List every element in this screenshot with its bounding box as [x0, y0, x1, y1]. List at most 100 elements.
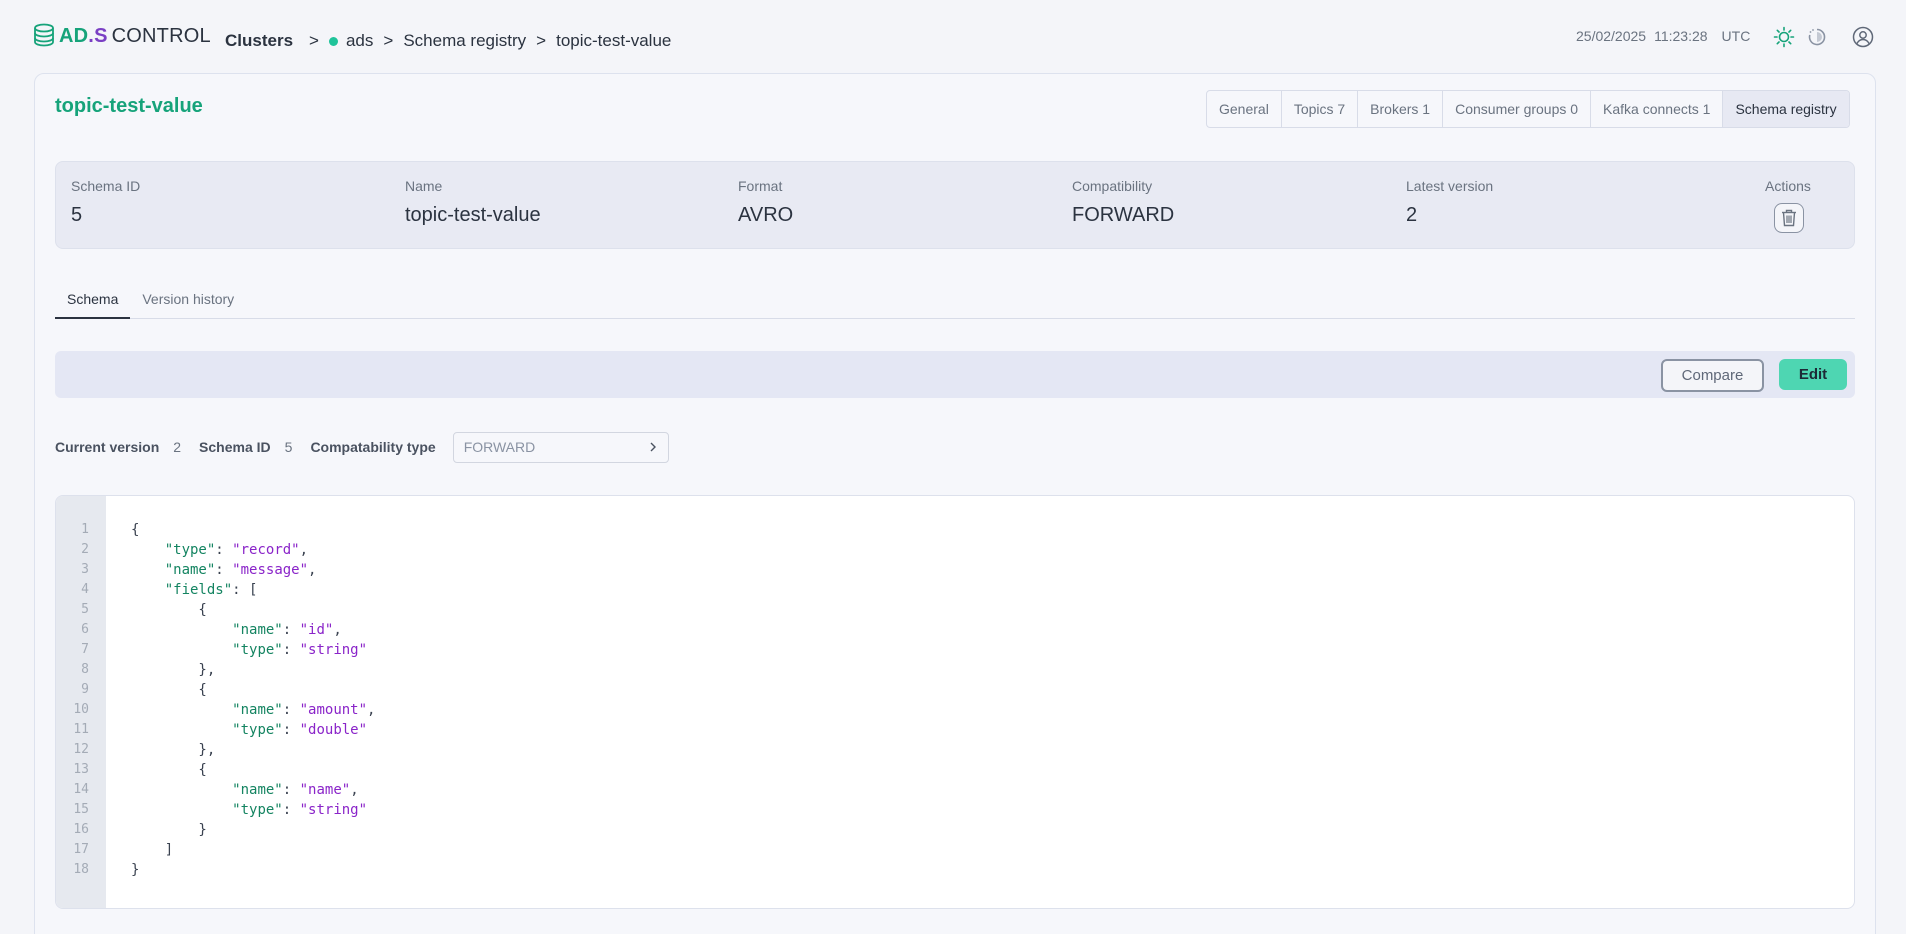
delete-schema-button[interactable] — [1774, 203, 1804, 233]
summary-value: 2 — [1406, 204, 1418, 226]
line-number: 1 — [81, 522, 89, 537]
code-text: }, — [131, 662, 216, 678]
code-line: 8 }, — [56, 660, 375, 680]
summary-actions: Actions — [1765, 178, 1811, 194]
code-text: "type": "string" — [232, 642, 368, 658]
line-number: 11 — [73, 722, 89, 737]
schema-summary: Schema ID 5 Name topic-test-value Format… — [55, 161, 1855, 249]
page-title: topic-test-value — [55, 95, 203, 117]
code-line: 6 "name": "id", — [56, 620, 375, 640]
summary-value: FORWARD — [1072, 204, 1175, 226]
code-text: "name": "name", — [232, 782, 359, 798]
breadcrumb-section[interactable]: Schema registry — [403, 31, 526, 51]
schema-id-value: 5 — [284, 439, 293, 455]
code-line: 5 { — [56, 600, 375, 620]
code-line: 16 } — [56, 820, 375, 840]
code-text: "name": "message", — [164, 562, 317, 578]
summary-schema-id: Schema ID 5 — [71, 178, 140, 227]
tab-schema[interactable]: Schema — [55, 286, 131, 319]
code-text: }, — [131, 742, 216, 758]
summary-value: AVRO — [738, 204, 794, 226]
code-text: "name": "amount", — [232, 702, 376, 718]
code-text: "fields": [ — [164, 582, 258, 598]
version-info-row: Current version 2 Schema ID 5 Compatabil… — [55, 431, 669, 463]
edit-button[interactable]: Edit — [1779, 359, 1847, 390]
header-time: 11:23:28 — [1654, 28, 1708, 44]
code-line: 15 "type": "string" — [56, 800, 375, 820]
code-text: "type": "string" — [232, 802, 368, 818]
tab-kafka-connects[interactable]: Kafka connects 1 — [1591, 91, 1724, 127]
code-text: { — [131, 762, 207, 778]
code-line: 12 }, — [56, 740, 375, 760]
code-area: 1{2 "type": "record", 3 "name": "message"… — [56, 520, 375, 880]
summary-label: Format — [738, 178, 783, 194]
summary-label: Latest version — [1406, 178, 1494, 194]
cluster-tabs: General Topics 7 Brokers 1 Consumer grou… — [1206, 90, 1850, 128]
compatibility-type-value: FORWARD — [463, 439, 536, 455]
line-number: 5 — [81, 602, 89, 617]
code-text: } — [131, 822, 207, 838]
current-version-label: Current version — [55, 439, 160, 455]
code-line: 1{ — [56, 520, 375, 540]
code-line: 4 "fields": [ — [56, 580, 375, 600]
schema-id-label: Schema ID — [199, 439, 271, 455]
breadcrumb: Clusters > ads > Schema registry > topic… — [225, 31, 671, 51]
chevron-right-icon — [650, 442, 656, 452]
user-account-icon[interactable] — [1852, 26, 1874, 48]
code-text: "type": "record", — [164, 542, 309, 558]
summary-label: Name — [405, 178, 443, 194]
code-text: { — [131, 682, 207, 698]
line-number: 15 — [73, 802, 89, 817]
tab-topics[interactable]: Topics 7 — [1282, 91, 1359, 127]
line-number: 10 — [73, 702, 89, 717]
breadcrumb-separator: > — [536, 31, 547, 50]
app-logo[interactable]: AD.S CONTROL — [33, 22, 211, 50]
line-number: 18 — [73, 862, 89, 877]
summary-label: Compatibility — [1072, 178, 1153, 194]
code-line: 7 "type": "string" — [56, 640, 375, 660]
summary-compatibility: Compatibility FORWARD — [1072, 178, 1174, 227]
code-text: { — [131, 522, 140, 538]
breadcrumb-current: topic-test-value — [556, 31, 672, 50]
breadcrumb-clusters[interactable]: Clusters — [225, 31, 293, 51]
tab-consumer-groups[interactable]: Consumer groups 0 — [1443, 91, 1592, 127]
line-number: 14 — [73, 782, 89, 797]
top-header: AD.S CONTROL Clusters > ads > Schema regi… — [0, 0, 1906, 74]
line-number: 3 — [81, 562, 89, 577]
code-line: 14 "name": "name", — [56, 780, 375, 800]
compatibility-type-label: Compatability type — [310, 439, 436, 455]
summary-value: 5 — [71, 204, 83, 226]
tab-version-history[interactable]: Version history — [130, 286, 246, 319]
code-text: "type": "double" — [232, 722, 368, 738]
sun-icon[interactable] — [1773, 26, 1795, 48]
code-text: "name": "id", — [232, 622, 342, 638]
schema-code-editor[interactable]: 1{2 "type": "record", 3 "name": "message"… — [55, 495, 1855, 909]
breadcrumb-cluster[interactable]: ads — [346, 31, 373, 51]
code-line: 9 { — [56, 680, 375, 700]
code-line: 11 "type": "double" — [56, 720, 375, 740]
tab-general[interactable]: General — [1207, 91, 1282, 127]
line-number: 17 — [73, 842, 89, 857]
summary-format: Format AVRO — [738, 178, 793, 227]
code-line: 18} — [56, 860, 375, 880]
tab-schema-registry[interactable]: Schema registry — [1723, 91, 1849, 127]
breadcrumb-separator: > — [309, 31, 319, 50]
header-clock: 25/02/2025 11:23:28 UTC — [1576, 28, 1750, 44]
code-line: 2 "type": "record", — [56, 540, 375, 560]
logo-mark-icon — [34, 23, 54, 47]
line-number: 13 — [73, 762, 89, 777]
current-version-value: 2 — [173, 439, 182, 455]
tab-brokers[interactable]: Brokers 1 — [1358, 91, 1444, 127]
summary-value: topic-test-value — [405, 204, 541, 226]
breadcrumb-separator: > — [383, 31, 394, 50]
code-text: { — [131, 602, 207, 618]
header-date: 25/02/2025 — [1576, 28, 1647, 44]
compatibility-type-select[interactable]: FORWARD — [452, 431, 669, 463]
code-line: 13 { — [56, 760, 375, 780]
compare-button[interactable]: Compare — [1661, 359, 1764, 392]
line-number: 9 — [81, 682, 89, 697]
code-line: 3 "name": "message", — [56, 560, 375, 580]
summary-label: Schema ID — [71, 178, 141, 194]
history-icon[interactable] — [1806, 26, 1828, 48]
line-number: 6 — [81, 622, 89, 637]
